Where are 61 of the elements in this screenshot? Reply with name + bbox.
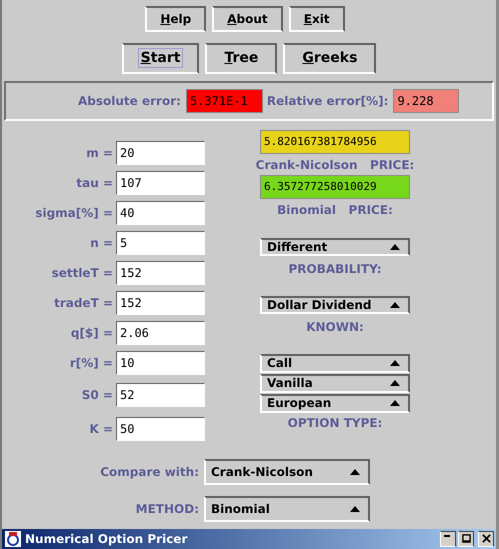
input-field[interactable]: 107 [116,171,205,195]
action-button[interactable]: Greeks [283,43,376,74]
menu-button[interactable]: Exit [288,6,345,32]
section-label: OPTION TYPE: [288,415,382,431]
error-field: 9.228 [393,89,460,113]
field-label: METHOD: [134,502,200,516]
dropdown[interactable]: Call [260,354,410,373]
action-button[interactable]: Start [122,43,200,74]
input-field[interactable]: 2.06 [116,321,205,345]
dropdown[interactable]: Different [260,238,410,256]
menu-button[interactable]: About [212,6,283,32]
price-field: 6.357277258010029 [260,175,410,199]
maximize-button[interactable] [458,531,474,547]
window-title: Numerical Option Pricer [25,532,188,546]
price-field: 5.820167381784956 [260,130,410,154]
field-label: Absolute error: [78,94,181,108]
input-field[interactable]: 10 [116,351,205,375]
maximize-icon [462,534,470,544]
field-label: Compare with: [99,465,200,479]
caret-icon [390,244,400,250]
field-label: q[$] = [70,326,114,340]
input-field[interactable]: 50 [116,417,205,441]
field-label: r[%] = [68,356,114,370]
field-label: tradeT = [53,296,114,310]
caret-icon [350,469,360,475]
dropdown[interactable]: Crank-Nicolson [204,459,370,485]
menu-button[interactable]: Help [145,6,206,32]
dropdown[interactable]: European [260,394,410,413]
price-label: Binomial PRICE: [277,202,393,218]
price-label: Crank-Nicolson PRICE: [256,157,414,173]
dropdown[interactable]: Binomial [204,496,370,522]
close-button[interactable] [478,531,494,547]
field-label: S0 = [80,388,114,402]
input-field[interactable]: 152 [116,291,205,315]
input-field[interactable]: 5 [116,231,205,255]
input-field[interactable]: 152 [116,261,205,285]
field-label: sigma[%] = [34,206,114,220]
caret-icon [390,400,400,406]
caret-icon [390,360,400,366]
input-field[interactable]: 40 [116,201,205,225]
field-label: K = [88,422,114,436]
field-label: m = [85,146,114,160]
field-label: n = [89,236,114,250]
dropdown[interactable]: Dollar Dividend [260,296,410,314]
caret-icon [390,380,400,386]
section-label: KNOWN: [306,319,364,335]
error-field: 5.371E-1 [186,89,263,113]
section-label: PROBABILITY: [288,261,382,277]
field-label: Relative error[%]: [266,94,388,108]
close-icon [482,534,490,544]
app-icon [5,531,21,547]
dropdown[interactable]: Vanilla [260,374,410,393]
caret-icon [390,302,400,308]
field-label: tau = [75,176,114,190]
input-field[interactable]: 20 [116,141,205,165]
minimize-icon [444,535,450,537]
action-button[interactable]: Tree [205,43,278,74]
minimize-button[interactable] [440,531,456,547]
input-field[interactable]: 52 [116,383,205,407]
field-label: settleT = [50,266,114,280]
caret-icon [350,506,360,512]
